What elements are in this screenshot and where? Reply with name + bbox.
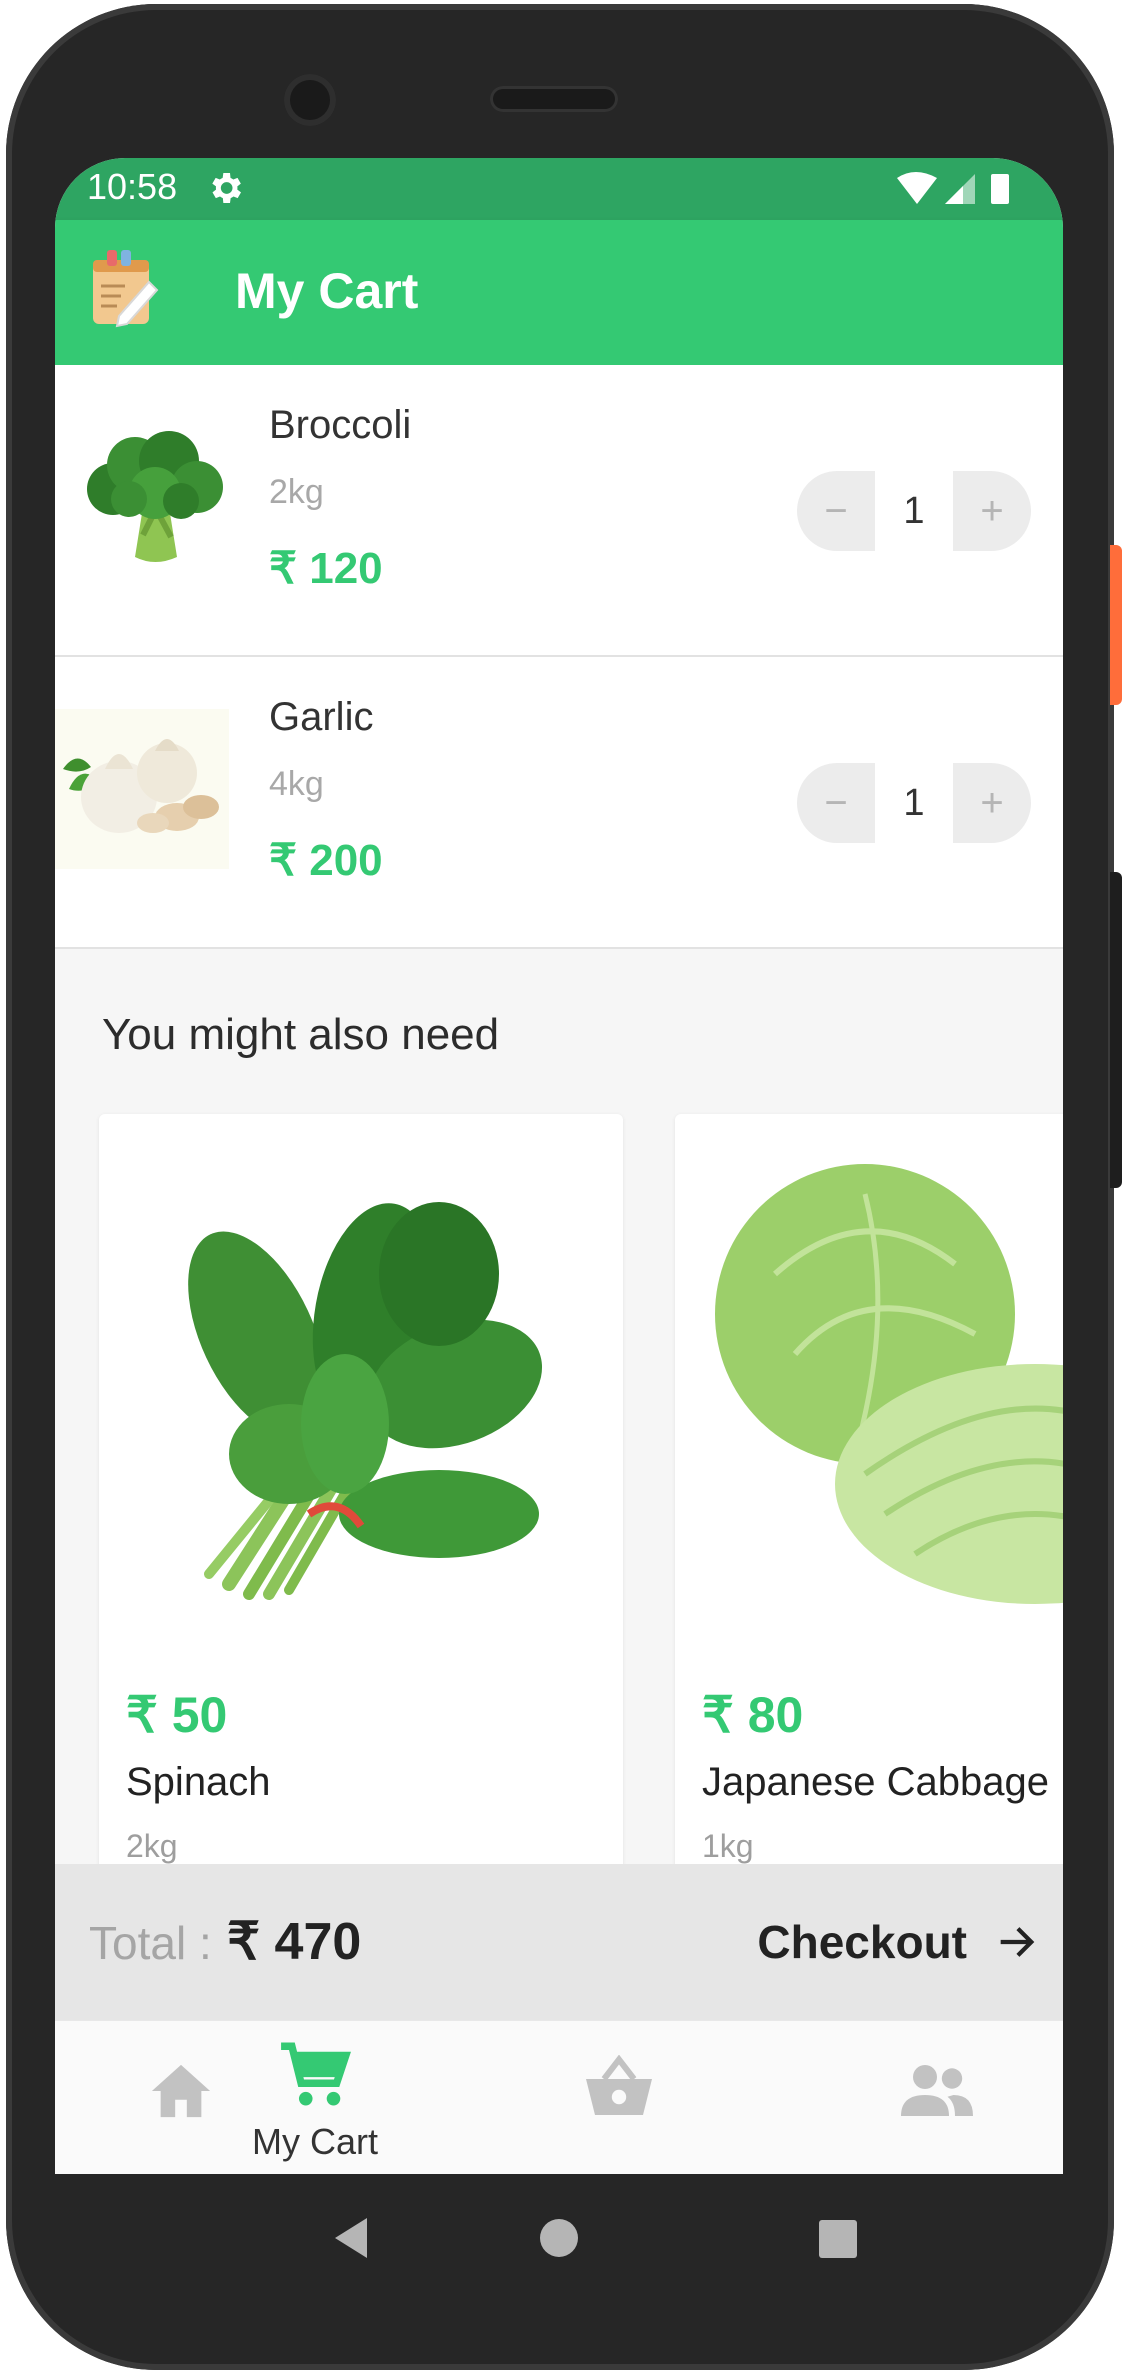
quantity-value: 1 [875, 763, 953, 843]
spinach-image [188, 1202, 543, 1600]
product-name: Japanese Cabbage [702, 1760, 1049, 1804]
nav-basket[interactable] [493, 2021, 745, 2174]
total-label: Total : [89, 1917, 212, 1969]
increase-button[interactable]: + [953, 763, 1031, 843]
front-camera [284, 74, 336, 126]
item-price: ₹ 120 [269, 544, 383, 593]
item-weight: 4kg [269, 765, 324, 803]
quantity-value: 1 [875, 471, 953, 551]
people-icon [901, 2065, 973, 2116]
cart-item[interactable]: Garlic 4kg ₹ 200 − 1 + [55, 657, 1063, 949]
status-icons [897, 172, 1009, 204]
checkout-label: Checkout [757, 1916, 967, 1968]
status-time: 10:58 [87, 166, 178, 207]
product-card[interactable]: ₹ 80 Japanese Cabbage 1kg [675, 1114, 1063, 1874]
checkout-button[interactable]: Checkout [757, 1912, 1039, 1972]
power-button [1110, 545, 1122, 705]
quantity-stepper: − 1 + [797, 763, 1031, 843]
screen: 10:58 My Cart Broccoli 2kg ₹ 120 − 1 + G… [55, 158, 1063, 2174]
basket-icon [586, 2055, 652, 2115]
item-name: Garlic [269, 695, 374, 739]
cart-item[interactable]: Broccoli 2kg ₹ 120 − 1 + [55, 365, 1063, 657]
system-navigation-bar [335, 2218, 857, 2258]
product-weight: 1kg [702, 1828, 754, 1864]
product-weight: 2kg [126, 1828, 178, 1864]
app-bar: My Cart [55, 220, 1063, 365]
earpiece-speaker [490, 86, 618, 112]
increase-button[interactable]: + [953, 471, 1031, 551]
settings-gear-icon [212, 173, 241, 203]
home-circle-icon[interactable] [540, 2219, 578, 2257]
total-value: ₹ 470 [227, 1913, 362, 1971]
wifi-icon [897, 172, 937, 204]
nav-my-cart[interactable]: My Cart [189, 2021, 441, 2174]
item-name: Broccoli [269, 403, 412, 447]
broccoli-image [87, 431, 223, 562]
volume-button [1110, 872, 1122, 1188]
product-name: Spinach [126, 1760, 271, 1804]
nav-label: My Cart [252, 2121, 378, 2162]
back-icon[interactable] [335, 2218, 367, 2258]
status-bar: 10:58 [55, 158, 1063, 220]
battery-icon [991, 174, 1009, 204]
total-bar: Total : ₹ 470 Checkout [55, 1864, 1063, 2020]
cart-icon [281, 2042, 351, 2106]
notepad-logo-icon [93, 250, 159, 328]
cabbage-image [715, 1164, 1063, 1604]
nav-account[interactable] [811, 2021, 1063, 2174]
quantity-stepper: − 1 + [797, 471, 1031, 551]
decrease-button[interactable]: − [797, 763, 875, 843]
product-price: ₹ 50 [126, 1687, 228, 1743]
item-price: ₹ 200 [269, 836, 383, 885]
product-price: ₹ 80 [702, 1687, 804, 1743]
bottom-navigation: My Cart [55, 2020, 1063, 2174]
arrow-right-icon [1000, 1927, 1035, 1957]
recents-icon[interactable] [819, 2220, 857, 2258]
page-title: My Cart [235, 263, 419, 319]
section-title: You might also need [102, 1010, 500, 1059]
decrease-button[interactable]: − [797, 471, 875, 551]
item-weight: 2kg [269, 473, 324, 511]
garlic-image [55, 709, 229, 869]
product-card[interactable]: ₹ 50 Spinach 2kg [99, 1114, 623, 1874]
